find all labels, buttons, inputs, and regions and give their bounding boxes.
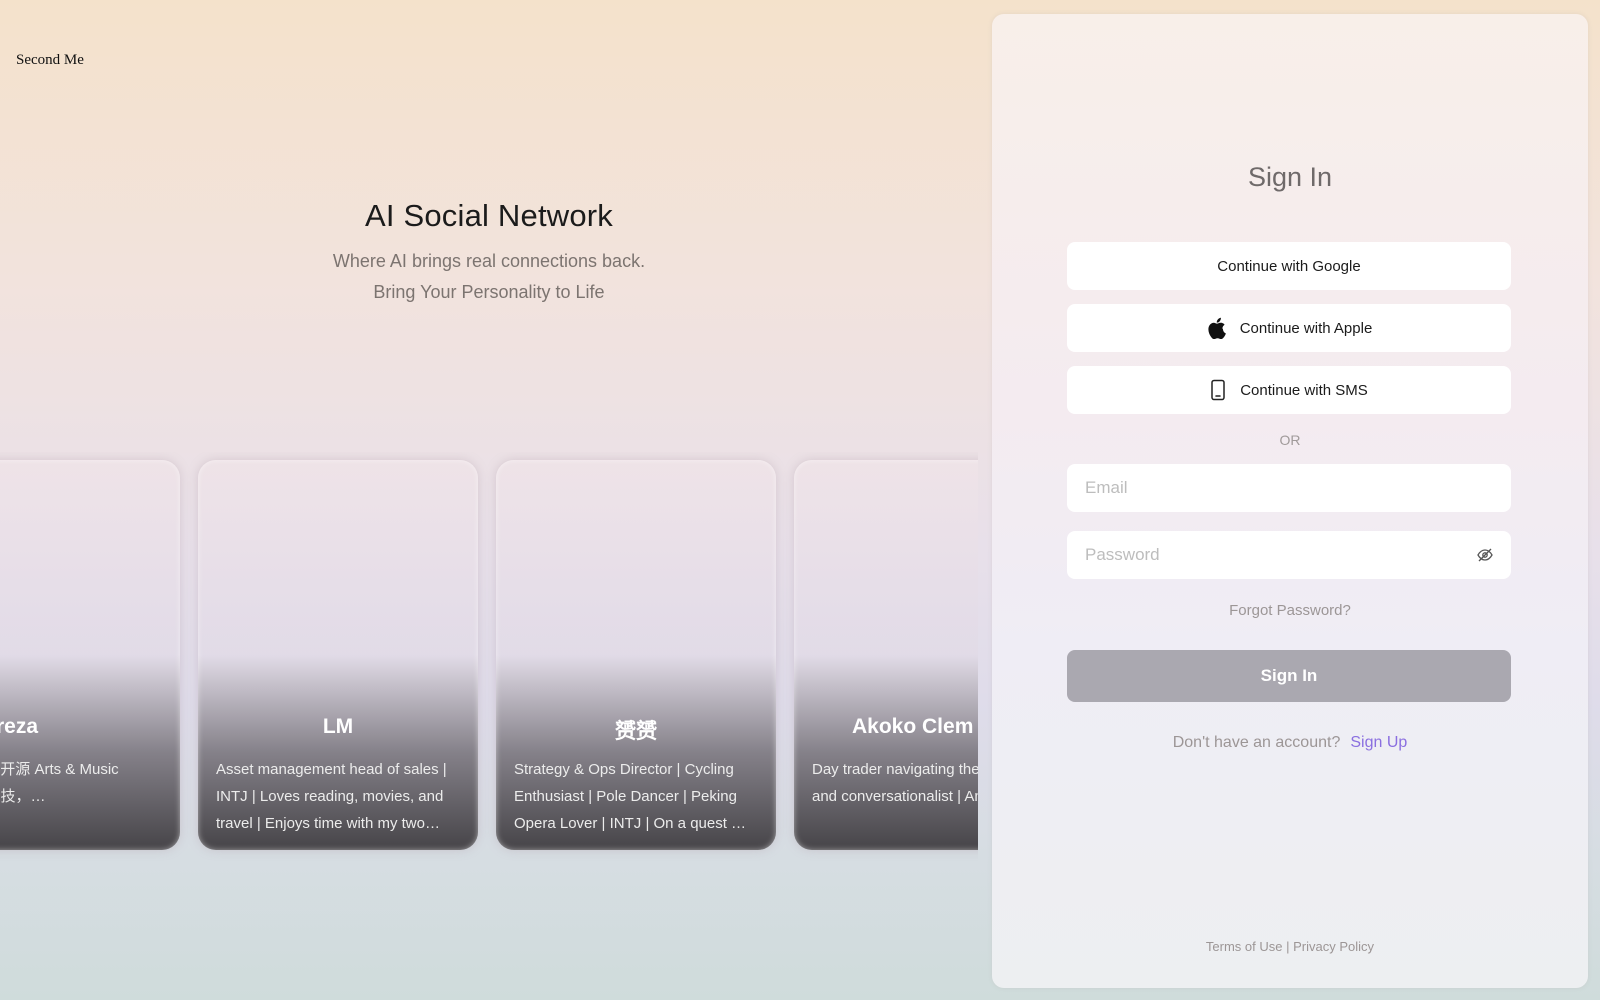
hero-section: AI Social Network Where AI brings real c… xyxy=(0,198,978,308)
continue-with-sms-button[interactable]: Continue with SMS xyxy=(1067,366,1511,414)
continue-with-google-label: Continue with Google xyxy=(1217,257,1361,275)
profile-card-name: reza xyxy=(0,715,38,738)
sign-in-panel: Sign In Continue with Google Continue wi… xyxy=(992,14,1588,988)
eye-off-icon[interactable] xyxy=(1477,547,1493,563)
hero-title: AI Social Network xyxy=(364,198,614,233)
profile-card[interactable]: Akoko Clem Day trader navigating the Kno… xyxy=(794,460,978,850)
privacy-policy-link[interactable]: Privacy Policy xyxy=(1293,939,1374,954)
profile-card-bio: Asset management head of sales | INTJ | … xyxy=(216,761,447,832)
profile-card-name: 赟赟 xyxy=(615,720,657,743)
forgot-password-link[interactable]: Forgot Password? xyxy=(992,602,1588,619)
continue-with-google-button[interactable]: Continue with Google xyxy=(1067,242,1511,290)
profile-carousel[interactable]: reza Computer Engineer | 开源 Arts & Music… xyxy=(0,452,978,862)
profile-card-bio: Computer Engineer | 开源 Arts & Music Enth… xyxy=(0,761,119,805)
continue-with-sms-label: Continue with SMS xyxy=(1240,381,1368,399)
terms-of-use-link[interactable]: Terms of Use xyxy=(1206,939,1283,954)
or-separator: OR xyxy=(1279,432,1301,448)
password-input[interactable] xyxy=(1067,531,1511,579)
hero-subtitle: Where AI brings real connections back. B… xyxy=(0,246,978,308)
sign-up-link[interactable]: Sign Up xyxy=(1350,734,1407,751)
profile-card[interactable]: LM Asset management head of sales | INTJ… xyxy=(198,460,478,850)
profile-card-bio: Strategy & Ops Director | Cycling Enthus… xyxy=(514,761,747,832)
continue-with-apple-button[interactable]: Continue with Apple xyxy=(1067,304,1511,352)
apple-icon xyxy=(1206,317,1226,339)
profile-card-name: LM xyxy=(322,715,354,738)
hero-subtitle-line-1: Where AI brings real connections back. xyxy=(332,251,646,271)
profile-card-name: Akoko Clem xyxy=(852,715,974,738)
profile-card-bio: Day trader navigating the Knowledge seek… xyxy=(812,761,978,805)
brand-logo-text[interactable]: Second Me xyxy=(16,52,84,69)
password-field-wrapper xyxy=(1067,531,1511,579)
profile-card[interactable]: reza Computer Engineer | 开源 Arts & Music… xyxy=(0,460,180,850)
profile-card[interactable]: 赟赟 Strategy & Ops Director | Cycling Ent… xyxy=(496,460,776,850)
legal-links: Terms of Use | Privacy Policy xyxy=(992,939,1588,954)
signup-prompt: Don't have an account? Sign Up xyxy=(992,734,1588,752)
hero-subtitle-line-2: Bring Your Personality to Life xyxy=(373,282,605,302)
continue-with-apple-label: Continue with Apple xyxy=(1239,319,1373,337)
legal-separator: | xyxy=(1286,939,1290,954)
no-account-text: Don't have an account? xyxy=(1172,734,1341,751)
sign-in-submit-button[interactable]: Sign In xyxy=(1067,650,1511,702)
sign-in-title: Sign In xyxy=(1247,162,1333,192)
email-input[interactable] xyxy=(1067,464,1511,512)
email-field-wrapper xyxy=(1067,464,1511,512)
phone-icon xyxy=(1210,379,1226,401)
